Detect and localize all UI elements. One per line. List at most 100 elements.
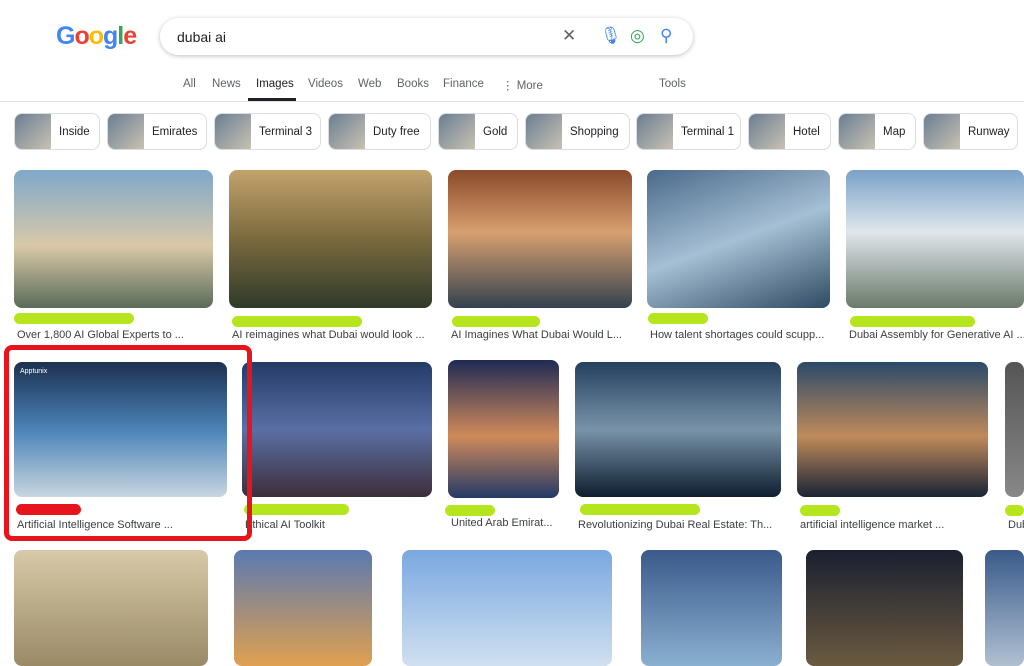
chip-runway[interactable]: Runway	[923, 113, 1018, 150]
result-thumbnail	[641, 550, 782, 666]
chip-terminal-3[interactable]: Terminal 3	[214, 113, 321, 150]
result-title[interactable]: AI reimagines what Dubai would look ...	[232, 329, 432, 341]
result-thumbnail	[229, 170, 432, 308]
chip-label: Gold	[483, 125, 508, 138]
redacted-source	[452, 316, 540, 327]
image-result[interactable]	[242, 362, 432, 497]
chip-label: Terminal 3	[259, 125, 313, 138]
chip-thumbnail	[108, 114, 144, 149]
chip-label: Inside	[59, 125, 90, 138]
redacted-source	[445, 505, 495, 516]
result-title[interactable]: How talent shortages could scupp...	[650, 329, 830, 341]
chip-thumbnail	[215, 114, 251, 149]
tools-button[interactable]: Tools	[659, 78, 686, 90]
image-result[interactable]	[846, 170, 1024, 308]
result-thumbnail	[14, 550, 208, 666]
chip-inside[interactable]: Inside	[14, 113, 100, 150]
result-title[interactable]: United Arab Emirat...	[451, 517, 559, 529]
image-result[interactable]	[641, 550, 782, 666]
result-title[interactable]: Revolutionizing Dubai Real Estate: Th...	[578, 519, 781, 531]
tab-images[interactable]: Images	[256, 78, 294, 90]
chip-thumbnail	[329, 114, 365, 149]
result-thumbnail	[234, 550, 372, 666]
result-title[interactable]: Dub	[1008, 519, 1024, 531]
chip-thumbnail	[15, 114, 51, 149]
redacted-source	[648, 313, 708, 324]
chip-thumbnail	[637, 114, 673, 149]
chip-label: Emirates	[152, 125, 198, 138]
red-annotation-box	[4, 345, 252, 541]
image-result[interactable]	[402, 550, 612, 666]
chip-thumbnail	[924, 114, 960, 149]
redacted-source	[14, 313, 134, 324]
redacted-source	[244, 504, 349, 515]
image-result[interactable]	[234, 550, 372, 666]
result-thumbnail	[647, 170, 830, 308]
result-thumbnail	[985, 550, 1024, 666]
result-thumbnail	[242, 362, 432, 497]
result-title[interactable]: AI Imagines What Dubai Would L...	[451, 329, 632, 341]
result-thumbnail	[1005, 362, 1024, 497]
chip-hotel[interactable]: Hotel	[748, 113, 831, 150]
image-result[interactable]	[797, 362, 988, 497]
chip-map[interactable]: Map	[838, 113, 916, 150]
result-title[interactable]: Dubai Assembly for Generative AI ...	[849, 329, 1024, 341]
chip-thumbnail	[749, 114, 785, 149]
google-logo[interactable]: Google	[56, 22, 137, 51]
result-title[interactable]: Ethical AI Toolkit	[245, 519, 432, 531]
result-title[interactable]: artificial intelligence market ...	[800, 519, 988, 531]
redacted-source	[800, 505, 840, 516]
image-result[interactable]	[575, 362, 781, 497]
image-result[interactable]	[448, 360, 559, 498]
result-thumbnail	[448, 360, 559, 498]
close-icon[interactable]: ✕	[562, 26, 576, 46]
chip-terminal-1[interactable]: Terminal 1	[636, 113, 741, 150]
chip-label: Runway	[968, 125, 1010, 138]
tab-books[interactable]: Books	[397, 78, 429, 90]
chip-label: Duty free	[373, 125, 420, 138]
chip-emirates[interactable]: Emirates	[107, 113, 207, 150]
result-thumbnail	[14, 170, 213, 308]
image-result[interactable]	[448, 170, 632, 308]
chip-thumbnail	[439, 114, 475, 149]
redacted-source	[580, 504, 700, 515]
image-result[interactable]	[1005, 362, 1024, 497]
chip-label: Hotel	[793, 125, 820, 138]
redacted-source	[232, 316, 362, 327]
tab-web[interactable]: Web	[358, 78, 381, 90]
tab-finance[interactable]: Finance	[443, 78, 484, 90]
chip-thumbnail	[526, 114, 562, 149]
tab-more[interactable]: ⋮ More	[502, 78, 543, 92]
camera-lens-icon[interactable]: ◎	[630, 26, 645, 46]
search-box[interactable]: dubai ai ✕ 🎙 ◎ ⚲	[160, 18, 693, 55]
result-thumbnail	[806, 550, 963, 666]
chip-shopping[interactable]: Shopping	[525, 113, 630, 150]
mic-icon[interactable]: 🎙	[600, 26, 622, 46]
result-title[interactable]: Over 1,800 AI Global Experts to ...	[17, 329, 213, 341]
result-thumbnail	[402, 550, 612, 666]
chip-label: Shopping	[570, 125, 619, 138]
image-result[interactable]	[14, 170, 213, 308]
image-result[interactable]	[647, 170, 830, 308]
chip-duty-free[interactable]: Duty free	[328, 113, 431, 150]
chip-label: Map	[883, 125, 906, 138]
chip-label: Terminal 1	[681, 125, 735, 138]
image-result[interactable]	[229, 170, 432, 308]
search-input[interactable]: dubai ai	[177, 29, 226, 45]
result-thumbnail	[448, 170, 632, 308]
chip-gold[interactable]: Gold	[438, 113, 518, 150]
redacted-source	[850, 316, 975, 327]
search-icon[interactable]: ⚲	[660, 26, 672, 46]
tab-all[interactable]: All	[183, 78, 196, 90]
image-result[interactable]	[985, 550, 1024, 666]
redacted-source	[1005, 505, 1024, 516]
image-result[interactable]	[806, 550, 963, 666]
divider	[0, 101, 1024, 102]
tab-videos[interactable]: Videos	[308, 78, 343, 90]
tab-news[interactable]: News	[212, 78, 241, 90]
result-thumbnail	[575, 362, 781, 497]
result-thumbnail	[846, 170, 1024, 308]
image-result[interactable]	[14, 550, 208, 666]
result-thumbnail	[797, 362, 988, 497]
chip-thumbnail	[839, 114, 875, 149]
